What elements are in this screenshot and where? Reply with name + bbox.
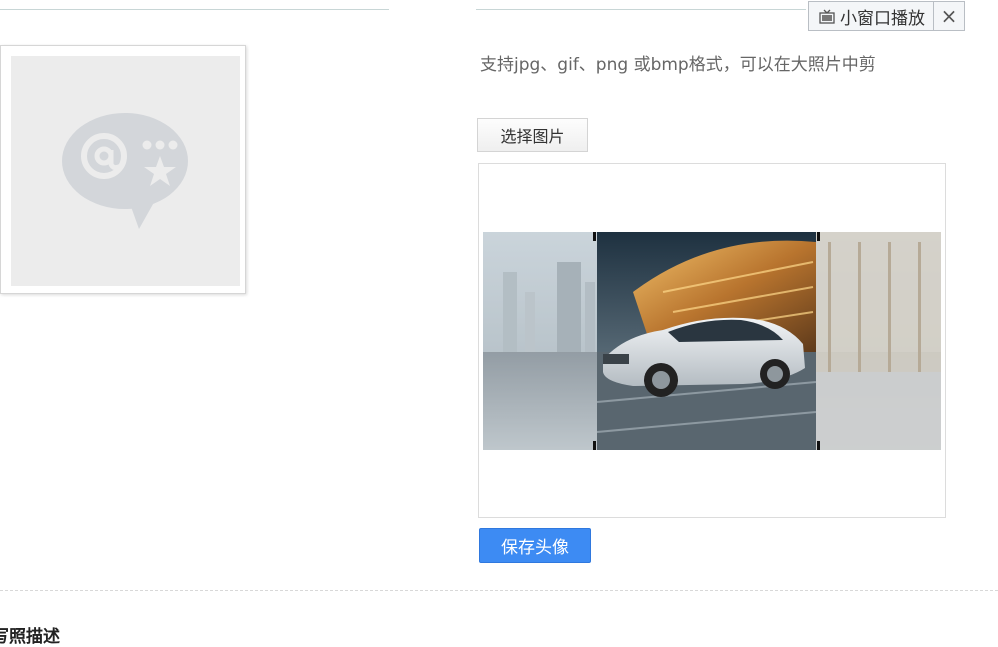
crop-handle-top-left[interactable] — [593, 232, 606, 241]
crop-handle-top-right[interactable] — [807, 232, 820, 241]
at-star-chat-bubble-icon — [62, 113, 188, 229]
current-avatar — [0, 45, 246, 294]
section-divider — [0, 590, 998, 591]
upload-format-hint: 支持jpg、gif、png 或bmp格式，可以在大照片中剪 — [480, 55, 876, 75]
mini-window-play-button[interactable]: 小窗口播放 — [809, 2, 934, 30]
crop-selection[interactable] — [593, 232, 820, 450]
save-avatar-button[interactable]: 保存头像 — [479, 528, 591, 563]
divider-top-right — [476, 9, 806, 10]
crop-handle-bottom-left[interactable] — [593, 441, 606, 450]
section-title: 写照描述 — [0, 627, 60, 647]
mini-window-close-button[interactable]: × — [934, 2, 964, 30]
crop-area — [478, 163, 946, 518]
close-icon: × — [940, 4, 958, 28]
avatar-placeholder — [11, 56, 240, 286]
mini-window-label: 小窗口播放 — [840, 8, 925, 29]
mini-window-toolbar: 小窗口播放 × — [808, 1, 965, 31]
uploaded-photo — [483, 232, 941, 450]
crop-handle-bottom-right[interactable] — [807, 441, 820, 450]
divider-top-left — [0, 9, 389, 10]
choose-image-button[interactable]: 选择图片 — [477, 118, 588, 152]
tv-icon — [819, 9, 835, 24]
